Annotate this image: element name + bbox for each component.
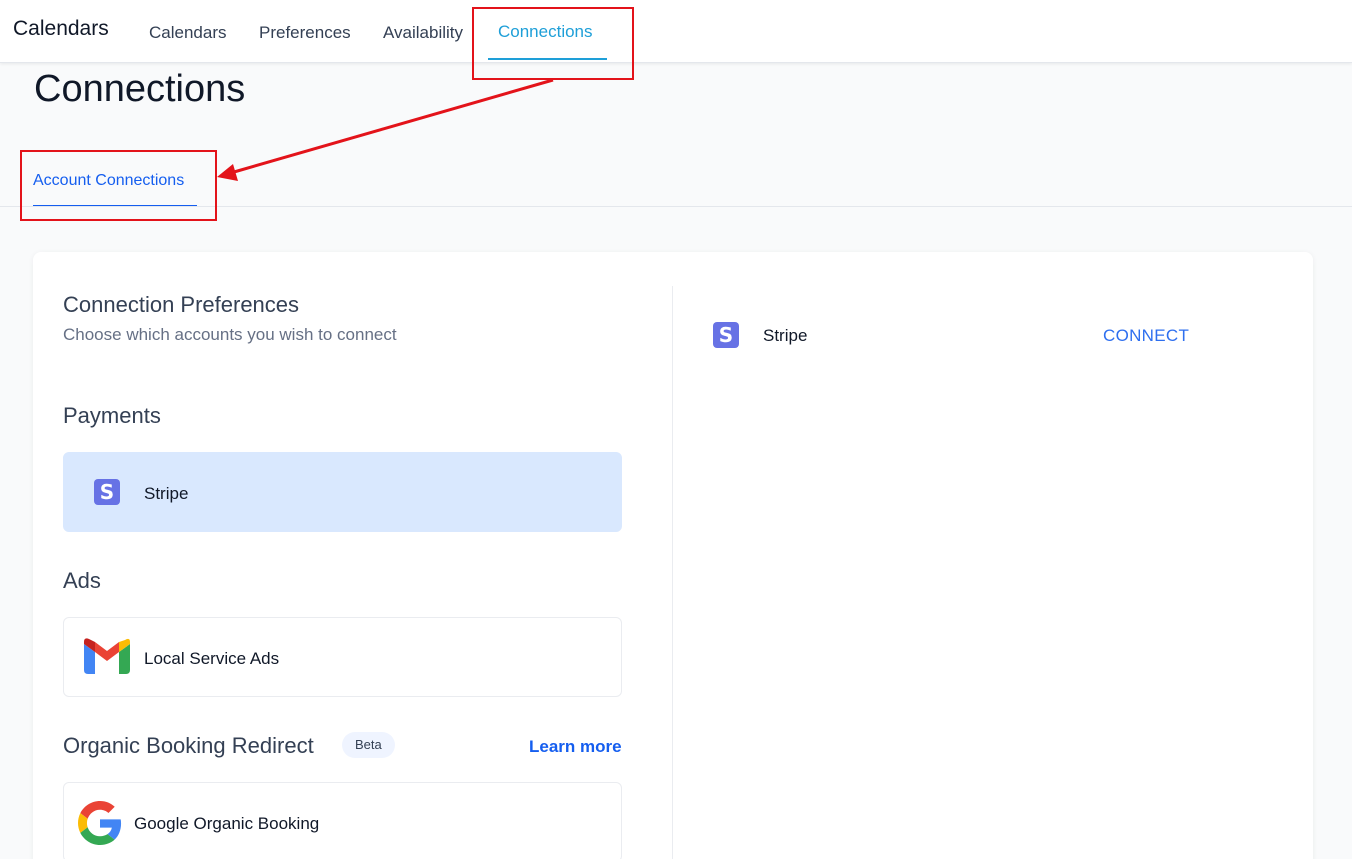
section-title-organic-booking: Organic Booking Redirect — [63, 733, 314, 758]
stripe-icon: S — [94, 479, 120, 505]
app-title: Calendars — [13, 17, 109, 40]
connect-button[interactable]: CONNECT — [1103, 326, 1189, 346]
tab-calendars[interactable]: Calendars — [149, 23, 227, 43]
section-title-payments: Payments — [63, 403, 161, 428]
tab-availability[interactable]: Availability — [383, 23, 463, 43]
google-icon — [78, 801, 122, 845]
item-label: Stripe — [144, 484, 189, 503]
top-nav: Calendars Calendars Preferences Availabi… — [0, 0, 1352, 63]
column-divider — [672, 286, 673, 859]
item-label: Google Organic Booking — [134, 814, 320, 833]
section-title-ads: Ads — [63, 568, 101, 593]
item-stripe[interactable]: S Stripe — [63, 452, 622, 532]
item-label: Local Service Ads — [144, 649, 280, 668]
preferences-subtitle: Choose which accounts you wish to connec… — [63, 325, 397, 344]
beta-badge: Beta — [342, 732, 395, 758]
page-title: Connections — [34, 68, 246, 110]
preferences-title: Connection Preferences — [63, 292, 300, 317]
annotation-box-account-connections — [20, 150, 217, 221]
tab-preferences[interactable]: Preferences — [259, 23, 351, 43]
item-local-service-ads[interactable]: Local Service Ads — [63, 617, 622, 697]
stripe-icon: S — [713, 322, 739, 348]
annotation-box-connections — [472, 7, 634, 80]
detail-label: Stripe — [763, 326, 808, 345]
gmail-icon — [84, 638, 130, 674]
item-google-organic-booking[interactable]: Google Organic Booking — [63, 782, 622, 859]
learn-more-link[interactable]: Learn more — [529, 737, 622, 757]
